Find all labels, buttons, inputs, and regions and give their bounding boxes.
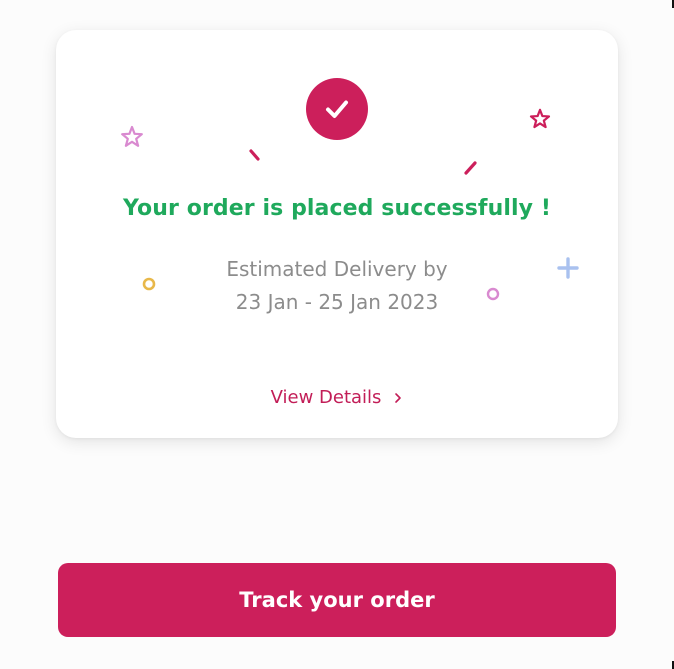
estimated-delivery-label: Estimated Delivery by xyxy=(226,257,448,281)
order-success-title: Your order is placed successfully ! xyxy=(123,196,551,221)
track-order-button[interactable]: Track your order xyxy=(58,563,616,637)
view-details-link[interactable]: View Details xyxy=(56,387,618,408)
confetti-dash-icon xyxy=(249,149,260,161)
checkmark-icon xyxy=(326,100,348,118)
chevron-right-icon xyxy=(393,388,403,407)
estimated-delivery-dates: 23 Jan - 25 Jan 2023 xyxy=(235,290,439,314)
success-check-badge xyxy=(306,78,368,140)
confetti-star-icon xyxy=(121,125,143,147)
confetti-dash-icon xyxy=(464,161,477,175)
view-details-label: View Details xyxy=(270,387,382,408)
confetti-star-icon xyxy=(529,108,551,129)
